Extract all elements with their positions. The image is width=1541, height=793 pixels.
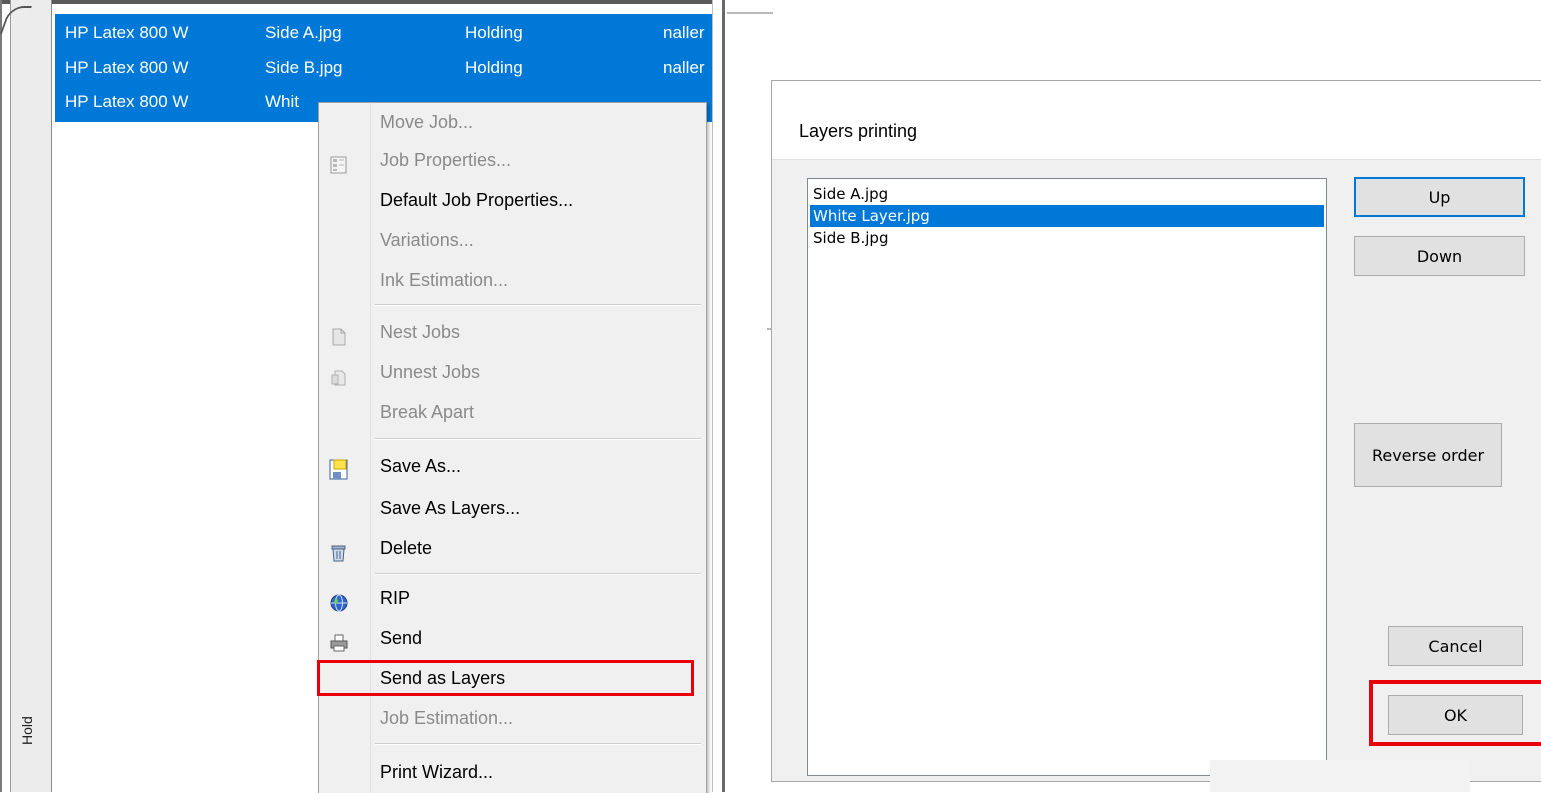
menu-item-ink-estimation[interactable]: Ink Estimation... [319,261,706,299]
menu-item-job-properties[interactable]: Job Properties... [319,141,706,179]
menu-item-label: Delete [380,538,433,558]
menu-separator [375,304,701,306]
menu-separator [375,438,701,440]
job-file: Side A.jpg [265,23,342,42]
job-status: Holding [465,23,523,42]
dialog-titlebar[interactable]: Layers printing [772,81,1541,159]
panel-top-border [0,0,727,4]
job-row[interactable]: HP Latex 800 W Side A.jpg Holding naller [55,16,712,50]
send-as-layers-highlight-box [317,660,694,696]
job-owner: naller [663,23,705,42]
panel-left-border [0,0,2,792]
hold-tab[interactable] [10,0,52,792]
dialog-title: Layers printing [799,121,918,141]
menu-item-rip[interactable]: RIP [319,579,706,617]
background-watermark [1210,760,1470,792]
menu-item-label: Print Wizard... [380,762,494,782]
nest-icon [329,322,349,346]
menu-item-label: Save As... [380,456,462,476]
job-printer: HP Latex 800 W [65,92,189,111]
menu-item-label: RIP [380,588,411,608]
job-printer: HP Latex 800 W [65,23,189,42]
printer-icon [329,628,349,652]
menu-item-unnest-jobs[interactable]: Unnest Jobs [319,353,706,391]
menu-item-label: Save As Layers... [380,498,521,518]
unnest-icon [329,362,349,386]
ok-highlight-box [1369,680,1541,746]
job-status: Holding [465,58,523,77]
menu-item-default-job-properties[interactable]: Default Job Properties... [319,181,706,219]
titlebar-divider [772,159,1541,160]
up-button[interactable]: Up [1354,177,1525,217]
menu-item-move-job[interactable]: Move Job... [319,103,706,141]
menu-item-nest-jobs[interactable]: Nest Jobs [319,313,706,351]
menu-item-save-as[interactable]: Save As... [319,447,706,485]
menu-item-label: Ink Estimation... [380,270,509,290]
menu-item-print-wizard[interactable]: Print Wizard... [319,753,706,791]
reverse-order-button[interactable]: Reverse order [1354,423,1502,487]
layer-list-item-selected[interactable]: White Layer.jpg [810,205,1324,227]
menu-item-label: Job Estimation... [380,708,514,728]
menu-item-label: Job Properties... [380,150,512,170]
menu-item-label: Break Apart [380,402,475,422]
panel-right-border [722,0,725,792]
layer-list-item[interactable]: Side A.jpg [810,183,1324,205]
job-owner: naller [663,58,705,77]
globe-icon [329,588,349,612]
job-printer: HP Latex 800 W [65,58,189,77]
layer-list-item[interactable]: Side B.jpg [810,227,1324,249]
job-file: Side B.jpg [265,58,343,77]
down-button[interactable]: Down [1354,236,1525,276]
background-window-edge [727,12,773,14]
hold-tab-label: Hold [19,716,35,745]
job-row[interactable]: HP Latex 800 W Side B.jpg Holding naller [55,51,712,85]
cancel-button[interactable]: Cancel [1388,626,1523,666]
menu-item-label: Nest Jobs [380,322,461,342]
trash-icon [329,538,349,562]
menu-item-save-as-layers[interactable]: Save As Layers... [319,489,706,527]
menu-item-label: Variations... [380,230,474,250]
menu-item-job-estimation[interactable]: Job Estimation... [319,699,706,737]
job-file: Whit [265,92,299,111]
menu-item-label: Send [380,628,423,648]
menu-item-label: Unnest Jobs [380,362,481,382]
menu-item-label: Default Job Properties... [380,190,574,210]
save-as-icon [329,456,349,480]
menu-item-label: Move Job... [380,112,474,132]
menu-item-break-apart[interactable]: Break Apart [319,393,706,431]
menu-separator [375,743,701,745]
menu-separator [375,573,701,575]
menu-item-delete[interactable]: Delete [319,529,706,567]
menu-item-variations[interactable]: Variations... [319,221,706,259]
layers-printing-dialog: Layers printing Side A.jpg White Layer.j… [771,80,1541,782]
properties-icon [329,150,349,174]
menu-item-send[interactable]: Send [319,619,706,657]
layer-list[interactable]: Side A.jpg White Layer.jpg Side B.jpg [807,178,1327,776]
